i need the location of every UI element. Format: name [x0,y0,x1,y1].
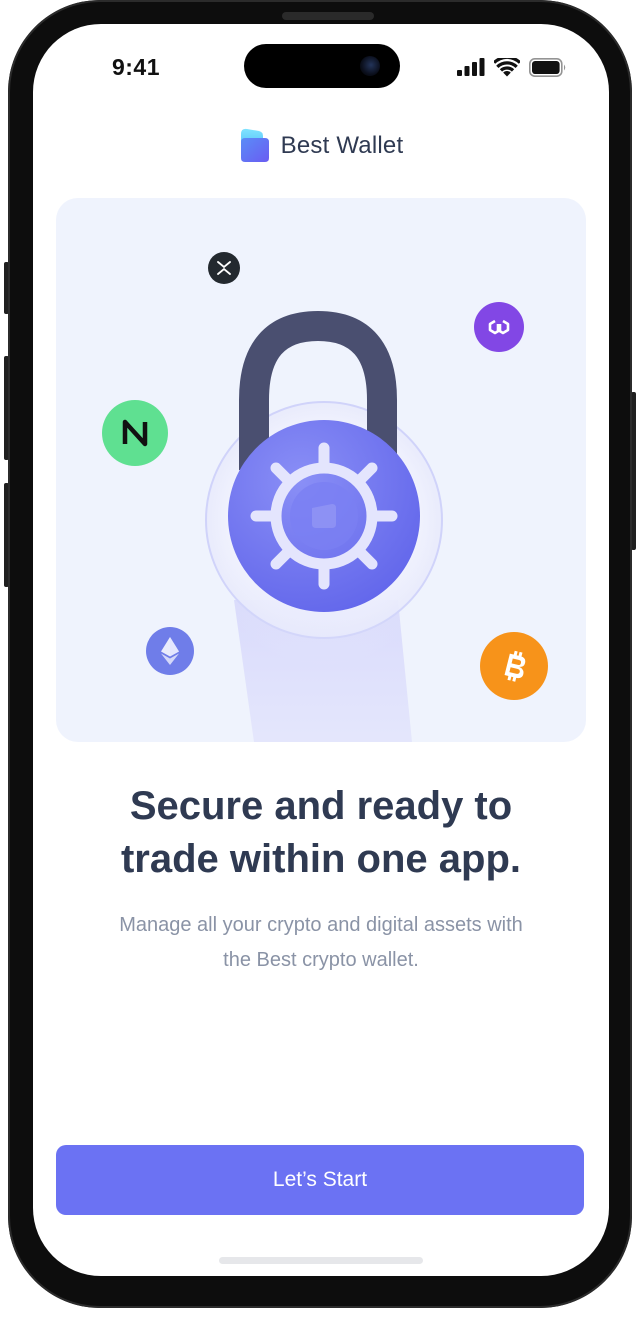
near-coin-icon [102,400,168,466]
signal-icon [457,58,485,76]
subtitle-line-2: the Best crypto wallet. [223,949,419,971]
battery-icon [529,57,566,77]
home-indicator[interactable] [219,1257,423,1264]
polygon-coin-icon [474,302,524,352]
hero-illustration [56,198,586,742]
app-screen: 9:41 Best Wallet Secure and ready to tra… [33,24,609,1276]
brand-header: Best Wallet [33,126,609,166]
camera-icon [360,56,380,76]
subtitle-line-1: Manage all your crypto and digital asset… [119,914,523,936]
status-icons [457,56,567,78]
brand-name: Best Wallet [280,132,404,159]
xrp-coin-icon [208,252,240,284]
onboarding-subtitle: Manage all your crypto and digital asset… [73,908,569,978]
best-wallet-logo-icon [240,128,269,162]
title-line-1: Secure and ready to [129,784,513,828]
ethereum-coin-icon [146,627,194,675]
lets-start-button[interactable]: Let’s Start [56,1145,584,1215]
bitcoin-coin-icon [480,632,548,700]
status-time: 9:41 [111,54,161,80]
wifi-icon [494,57,520,76]
onboarding-title: Secure and ready to trade within one app… [53,780,589,886]
dynamic-island [244,44,400,88]
speaker-slot [282,12,374,20]
title-line-2: trade within one app. [120,837,522,881]
